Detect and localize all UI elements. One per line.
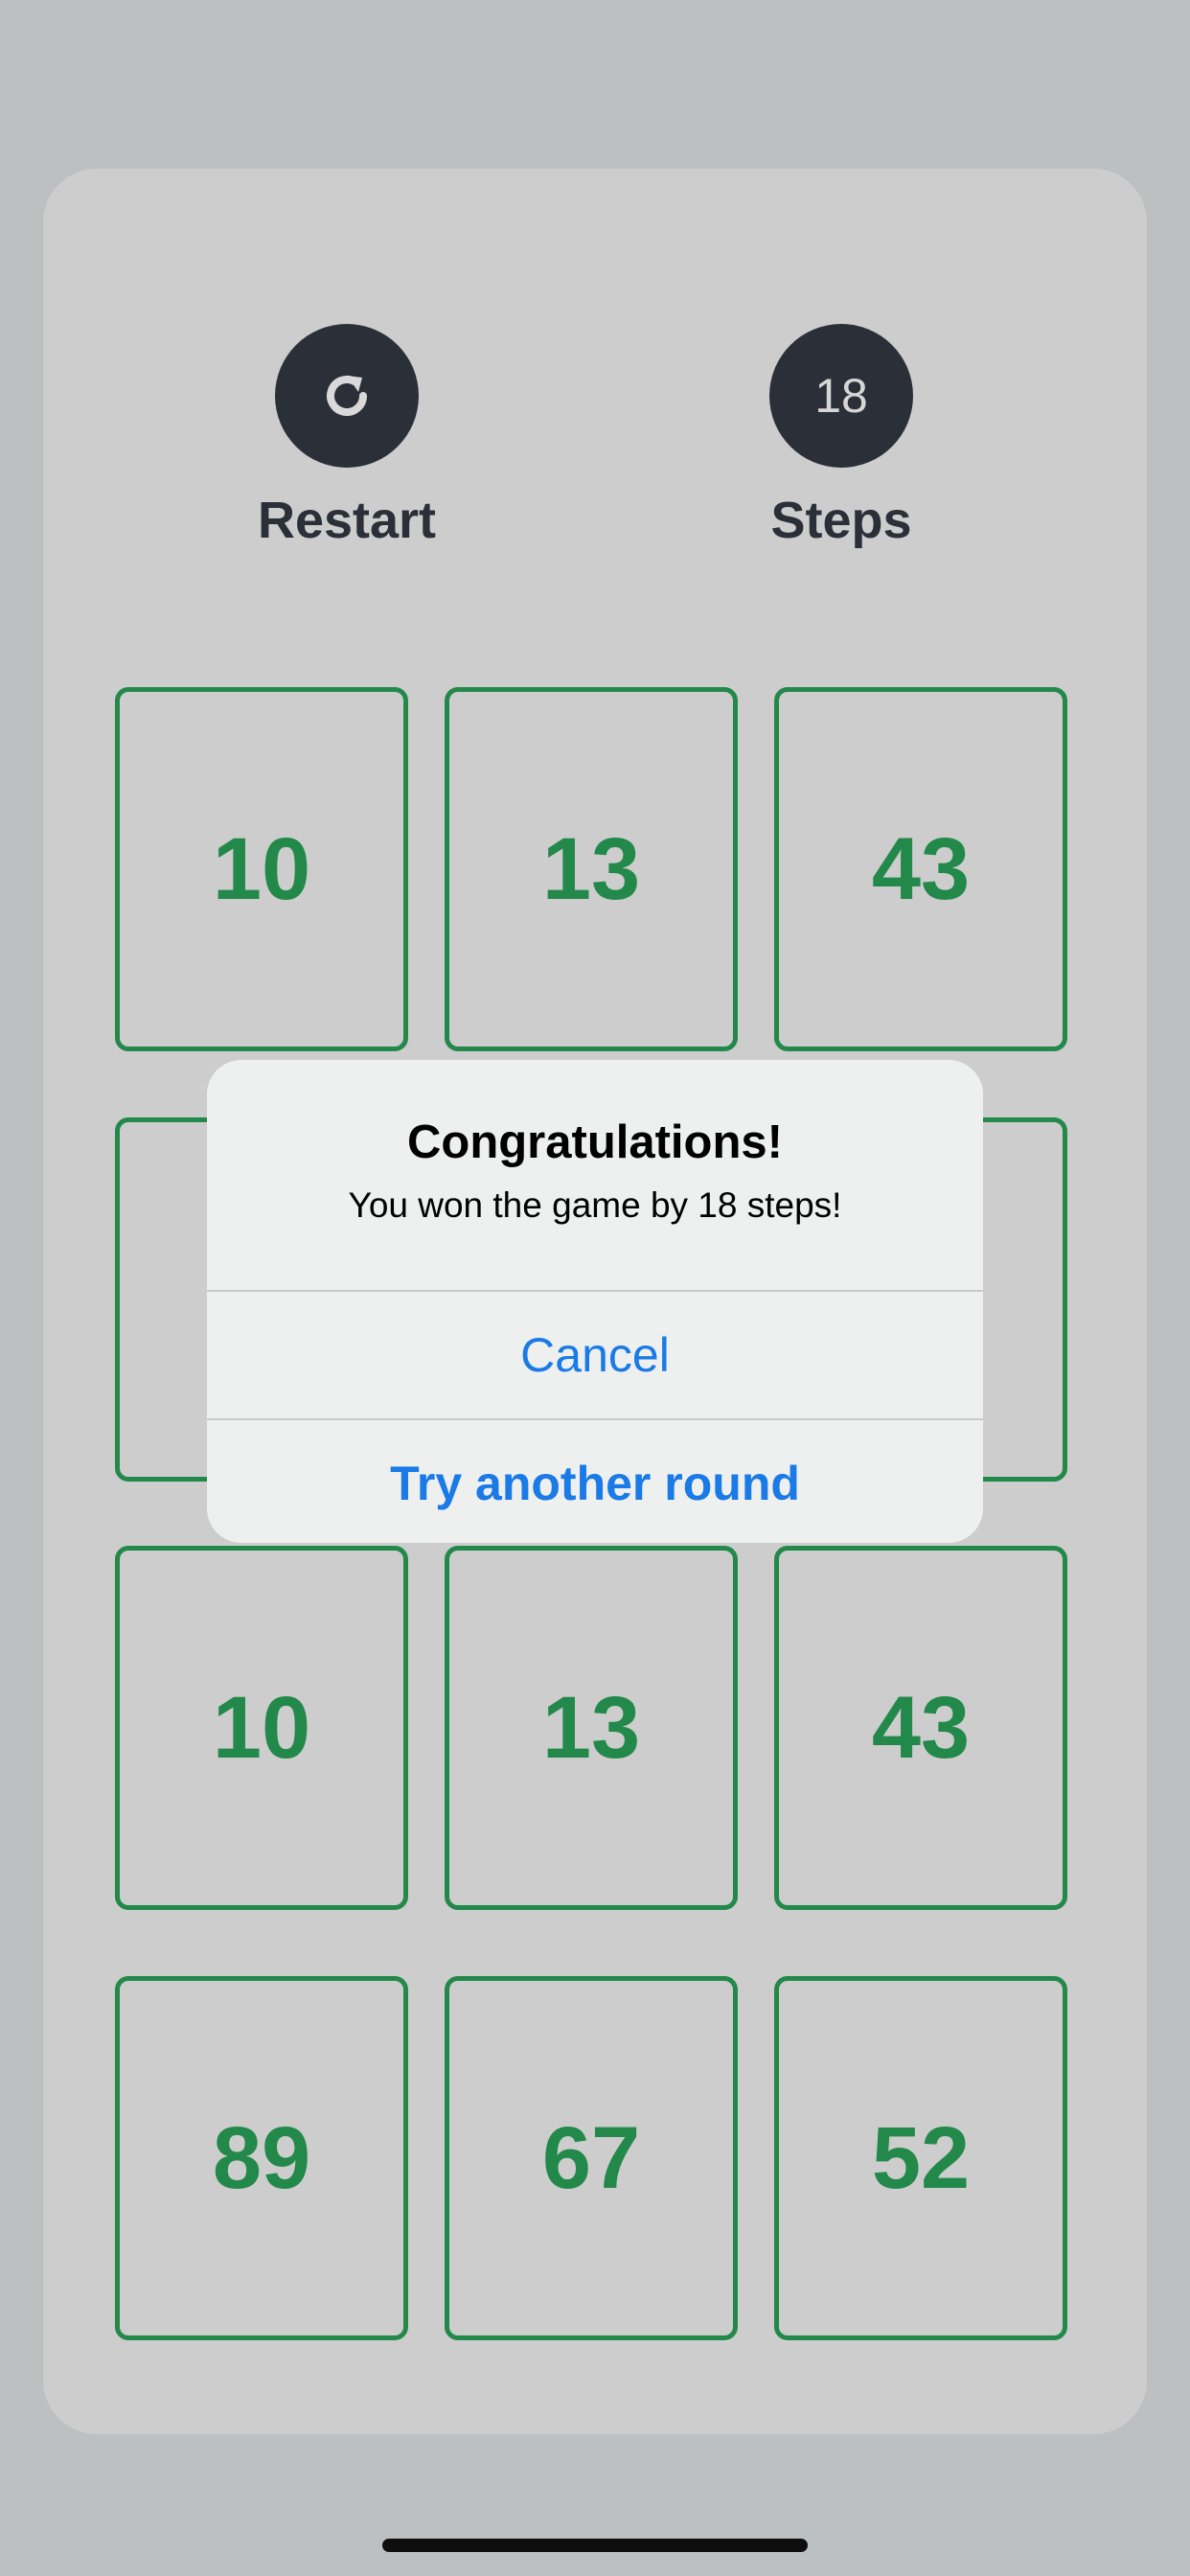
steps-label: Steps — [770, 492, 912, 549]
steps-control: 18 Steps — [717, 324, 966, 546]
tile[interactable]: 52 — [774, 1976, 1067, 2340]
try-another-round-button[interactable]: Try another round — [207, 1418, 983, 1543]
restart-control[interactable]: Restart — [222, 324, 471, 546]
cancel-button[interactable]: Cancel — [207, 1290, 983, 1418]
tile[interactable]: 43 — [774, 1546, 1067, 1910]
steps-count: 18 — [814, 369, 868, 423]
congratulations-alert: Congratulations! You won the game by 18 … — [207, 1060, 983, 1543]
tile[interactable]: 67 — [445, 1976, 738, 2340]
restart-button[interactable] — [275, 324, 419, 468]
tile[interactable]: 13 — [445, 1546, 738, 1910]
tile[interactable]: 43 — [774, 687, 1067, 1051]
alert-message: You won the game by 18 steps! — [348, 1184, 842, 1225]
tile[interactable]: 10 — [115, 1546, 408, 1910]
tile[interactable]: 13 — [445, 687, 738, 1051]
tile[interactable]: 10 — [115, 687, 408, 1051]
restart-label: Restart — [257, 492, 437, 549]
alert-header: Congratulations! You won the game by 18 … — [207, 1060, 983, 1290]
tile[interactable]: 89 — [115, 1976, 408, 2340]
alert-title: Congratulations! — [407, 1116, 783, 1168]
home-indicator[interactable] — [382, 2539, 808, 2552]
steps-counter-badge: 18 — [769, 324, 913, 468]
restart-arrow-icon — [327, 376, 367, 417]
